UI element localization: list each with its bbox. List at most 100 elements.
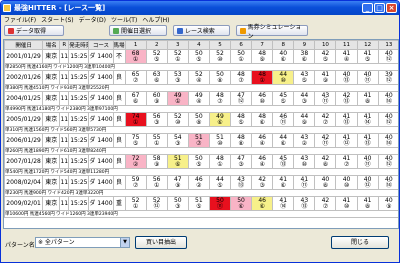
menu-file[interactable]: ファイル(F) [4,15,36,24]
horse-cell[interactable]: 72 ② [124,154,147,169]
horse-cell[interactable]: 41 ⑥ [272,175,295,190]
horse-cell[interactable]: 40 ⑫ [377,49,398,64]
horse-cell[interactable]: 42 ⑦ [314,196,337,211]
horse-cell[interactable]: 52 ④ [187,70,210,85]
data-retrieve-button[interactable]: データ取得 [4,25,64,36]
horse-cell[interactable]: 40 ⑫ [377,112,398,127]
horse-cell[interactable]: 41 ⑤ [356,49,379,64]
horse-cell[interactable]: 50 ⑥ [230,196,253,211]
horse-cell[interactable]: 50 ⑤ [187,49,210,64]
horse-cell[interactable]: 42 ⑪ [314,133,337,148]
menu-help[interactable]: ヘルプ(H) [142,15,169,24]
horse-cell[interactable]: 51 ⑩ [208,133,232,148]
column-header[interactable]: 5 [208,40,232,50]
race-search-button[interactable]: レース検索 [173,25,230,36]
column-header[interactable]: R [59,40,70,50]
horse-cell[interactable]: 47 ⑨ [166,175,189,190]
horse-cell[interactable]: 48 ⑧ [230,133,253,148]
horse-cell[interactable]: 44 ⑤ [208,175,232,190]
horse-cell[interactable]: 46 ④ [251,154,274,169]
table-row[interactable]: 2005/01/29 東京 11 15:25 ダ 1400 良 74 ① 56 ③ 52 ⑩ 50 ⑧ 49… [4,112,398,127]
horse-cell[interactable]: 40 ⑫ [356,175,379,190]
horse-cell[interactable]: 52 ① [124,196,147,211]
horse-cell[interactable]: 49 ④ [187,91,210,106]
horse-cell[interactable]: 67 ⑥ [124,91,147,106]
horse-cell[interactable]: 40 ⑪ [356,154,379,169]
column-header[interactable]: コース [88,40,114,50]
horse-cell[interactable]: 68 ① [124,49,147,64]
horse-cell[interactable]: 46 ② [187,175,210,190]
horse-cell[interactable]: 45 ⑤ [272,91,295,106]
horse-cell[interactable]: 42 ⑤ [314,49,337,64]
horse-cell[interactable]: 42 ③ [251,175,274,190]
column-header[interactable]: 7 [251,40,274,50]
horse-cell[interactable]: 46 ⑩ [251,91,274,106]
horse-cell[interactable]: 56 ③ [145,112,168,127]
horse-cell[interactable]: 40 ⑧ [314,175,337,190]
horse-cell[interactable]: 43 ⑬ [293,196,316,211]
horse-cell[interactable]: 49 ① [166,91,189,106]
horse-cell[interactable]: 41 ⑧ [356,196,379,211]
close-window-button[interactable]: × [386,3,397,13]
column-header[interactable]: 1 [124,40,147,50]
horse-cell[interactable]: 60 ⑨ [145,91,168,106]
horse-cell[interactable]: 41 ⑪ [293,175,316,190]
menu-data[interactable]: データ(D) [79,15,106,24]
horse-cell[interactable]: 52 ⑫ [145,196,168,211]
table-row[interactable]: 2002/01/26 東京 11 15:25 ダ 1400 良 65 ⑦ 63 ⑥ 53 ③ 52 ④ 50… [4,70,398,85]
horse-cell[interactable]: 48 ① [208,154,232,169]
horse-cell[interactable]: 50 ⑧ [187,112,210,127]
horse-cell[interactable]: 50 ⑧ [208,70,232,85]
horse-cell[interactable]: 46 ⑪ [272,112,295,127]
horse-cell[interactable]: 50 ① [230,49,253,64]
horse-cell[interactable]: 44 ⑥ [272,133,295,148]
horse-cell[interactable]: 41 ⑨ [314,70,337,85]
horse-cell[interactable]: 53 ③ [166,70,189,85]
horse-cell[interactable]: 43 ⑩ [293,154,316,169]
column-header[interactable]: 10 [314,40,337,50]
chevron-down-icon[interactable]: ▼ [120,238,129,247]
horse-cell[interactable]: 65 ⑦ [124,70,147,85]
horse-cell[interactable]: 48 ⑦ [230,70,253,85]
horse-cell[interactable]: 48 ⑦ [208,91,232,106]
column-header[interactable]: 9 [293,40,316,50]
column-header[interactable]: 場名 [42,40,61,50]
table-row[interactable]: 2006/01/29 東京 11 15:25 ダ 1400 良 75 ⑤ 55 ① 54 ③ 51 ⑦ 51… [4,133,398,148]
extract-button[interactable]: 買い目抽出 [135,236,187,249]
horse-cell[interactable]: 41 ⑭ [272,196,295,211]
horse-cell[interactable]: 50 ⑪ [208,196,232,211]
horse-cell[interactable]: 44 ⑨ [293,112,316,127]
column-header[interactable]: 2 [145,40,168,50]
table-row[interactable]: 2009/02/01 東京 11 15:25 ダ 1400 重 52 ① 52 ⑫ 50 ③ 51 ⑤ 50… [4,196,398,211]
horse-cell[interactable]: 52 ① [166,49,189,64]
horse-cell[interactable]: 63 ⑥ [145,70,168,85]
horse-cell[interactable]: 54 ③ [166,133,189,148]
horse-cell[interactable]: 41 ⑬ [356,133,379,148]
horse-cell[interactable]: 47 ⑫ [230,91,253,106]
horse-cell[interactable]: 56 ① [145,175,168,190]
horse-cell[interactable]: 51 ⑤ [187,196,210,211]
horse-cell[interactable]: 42 ⑦ [314,112,337,127]
column-header[interactable]: 発走時刻 [68,40,90,50]
horse-cell[interactable]: 41 ⑧ [356,91,379,106]
pattern-select[interactable]: ※ 全パターン ▼ [35,237,130,248]
close-button[interactable]: 閉じる [331,236,389,249]
horse-cell[interactable]: 41 ⑬ [335,112,358,127]
horse-cell[interactable]: 41 ④ [335,49,358,64]
horse-cell[interactable]: 50 ③ [166,196,189,211]
horse-cell[interactable]: 44 ⑩ [272,70,295,85]
menu-tools[interactable]: ツール(T) [111,15,137,24]
horse-cell[interactable]: 40 ⑥ [272,49,295,64]
horse-cell[interactable]: 44 ③ [293,91,316,106]
horse-cell[interactable]: 51 ⑥ [166,154,189,169]
horse-cell[interactable]: 43 ⑬ [230,175,253,190]
horse-cell[interactable]: 51 ⑦ [187,133,210,148]
horse-cell[interactable]: 74 ① [124,112,147,127]
column-header[interactable]: 3 [166,40,189,50]
column-header[interactable]: 12 [356,40,379,50]
horse-cell[interactable]: 55 ① [145,133,168,148]
horse-cell[interactable]: 47 ③ [230,154,253,169]
horse-cell[interactable]: 46 ⑥ [251,196,274,211]
horse-cell[interactable]: 38 ⑥ [293,49,316,64]
column-header[interactable]: 8 [272,40,295,50]
